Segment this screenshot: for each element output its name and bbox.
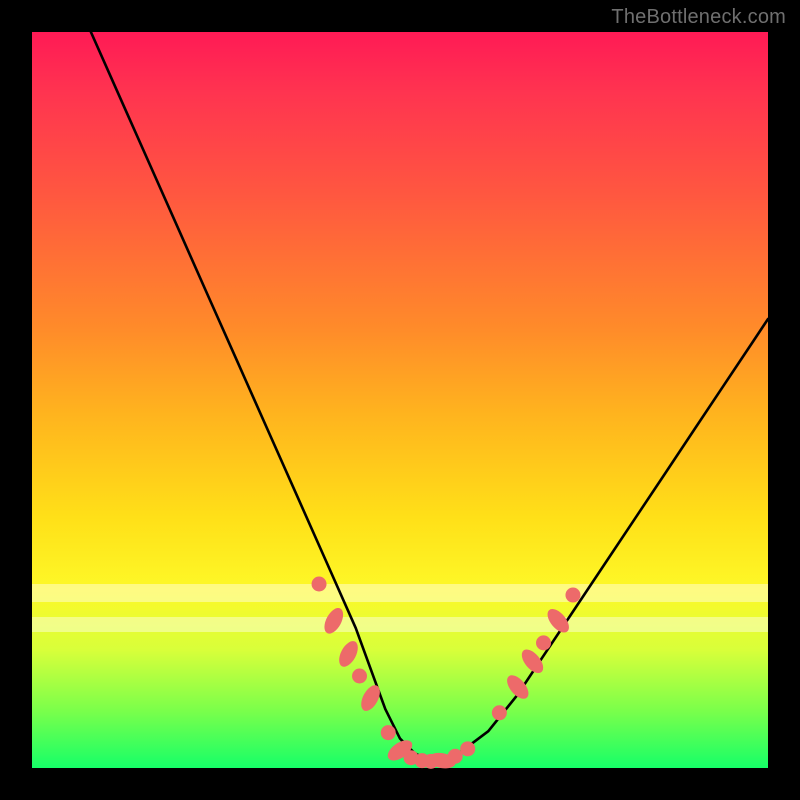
chart-frame: TheBottleneck.com <box>0 0 800 800</box>
curve-marker <box>448 749 463 764</box>
curve-markers <box>312 577 581 771</box>
curve-marker <box>503 671 532 702</box>
curve-marker <box>357 682 383 714</box>
curve-marker <box>460 741 475 756</box>
curve-marker <box>536 635 551 650</box>
curve-marker <box>352 669 367 684</box>
curve-marker <box>335 638 361 670</box>
curve-svg <box>32 32 768 768</box>
curve-marker <box>565 588 580 603</box>
curve-marker <box>321 605 347 637</box>
curve-marker <box>381 725 396 740</box>
curve-marker <box>312 577 327 592</box>
curve-marker <box>492 705 507 720</box>
watermark-text: TheBottleneck.com <box>611 6 786 29</box>
bottleneck-curve <box>91 32 768 761</box>
plot-area <box>32 32 768 768</box>
